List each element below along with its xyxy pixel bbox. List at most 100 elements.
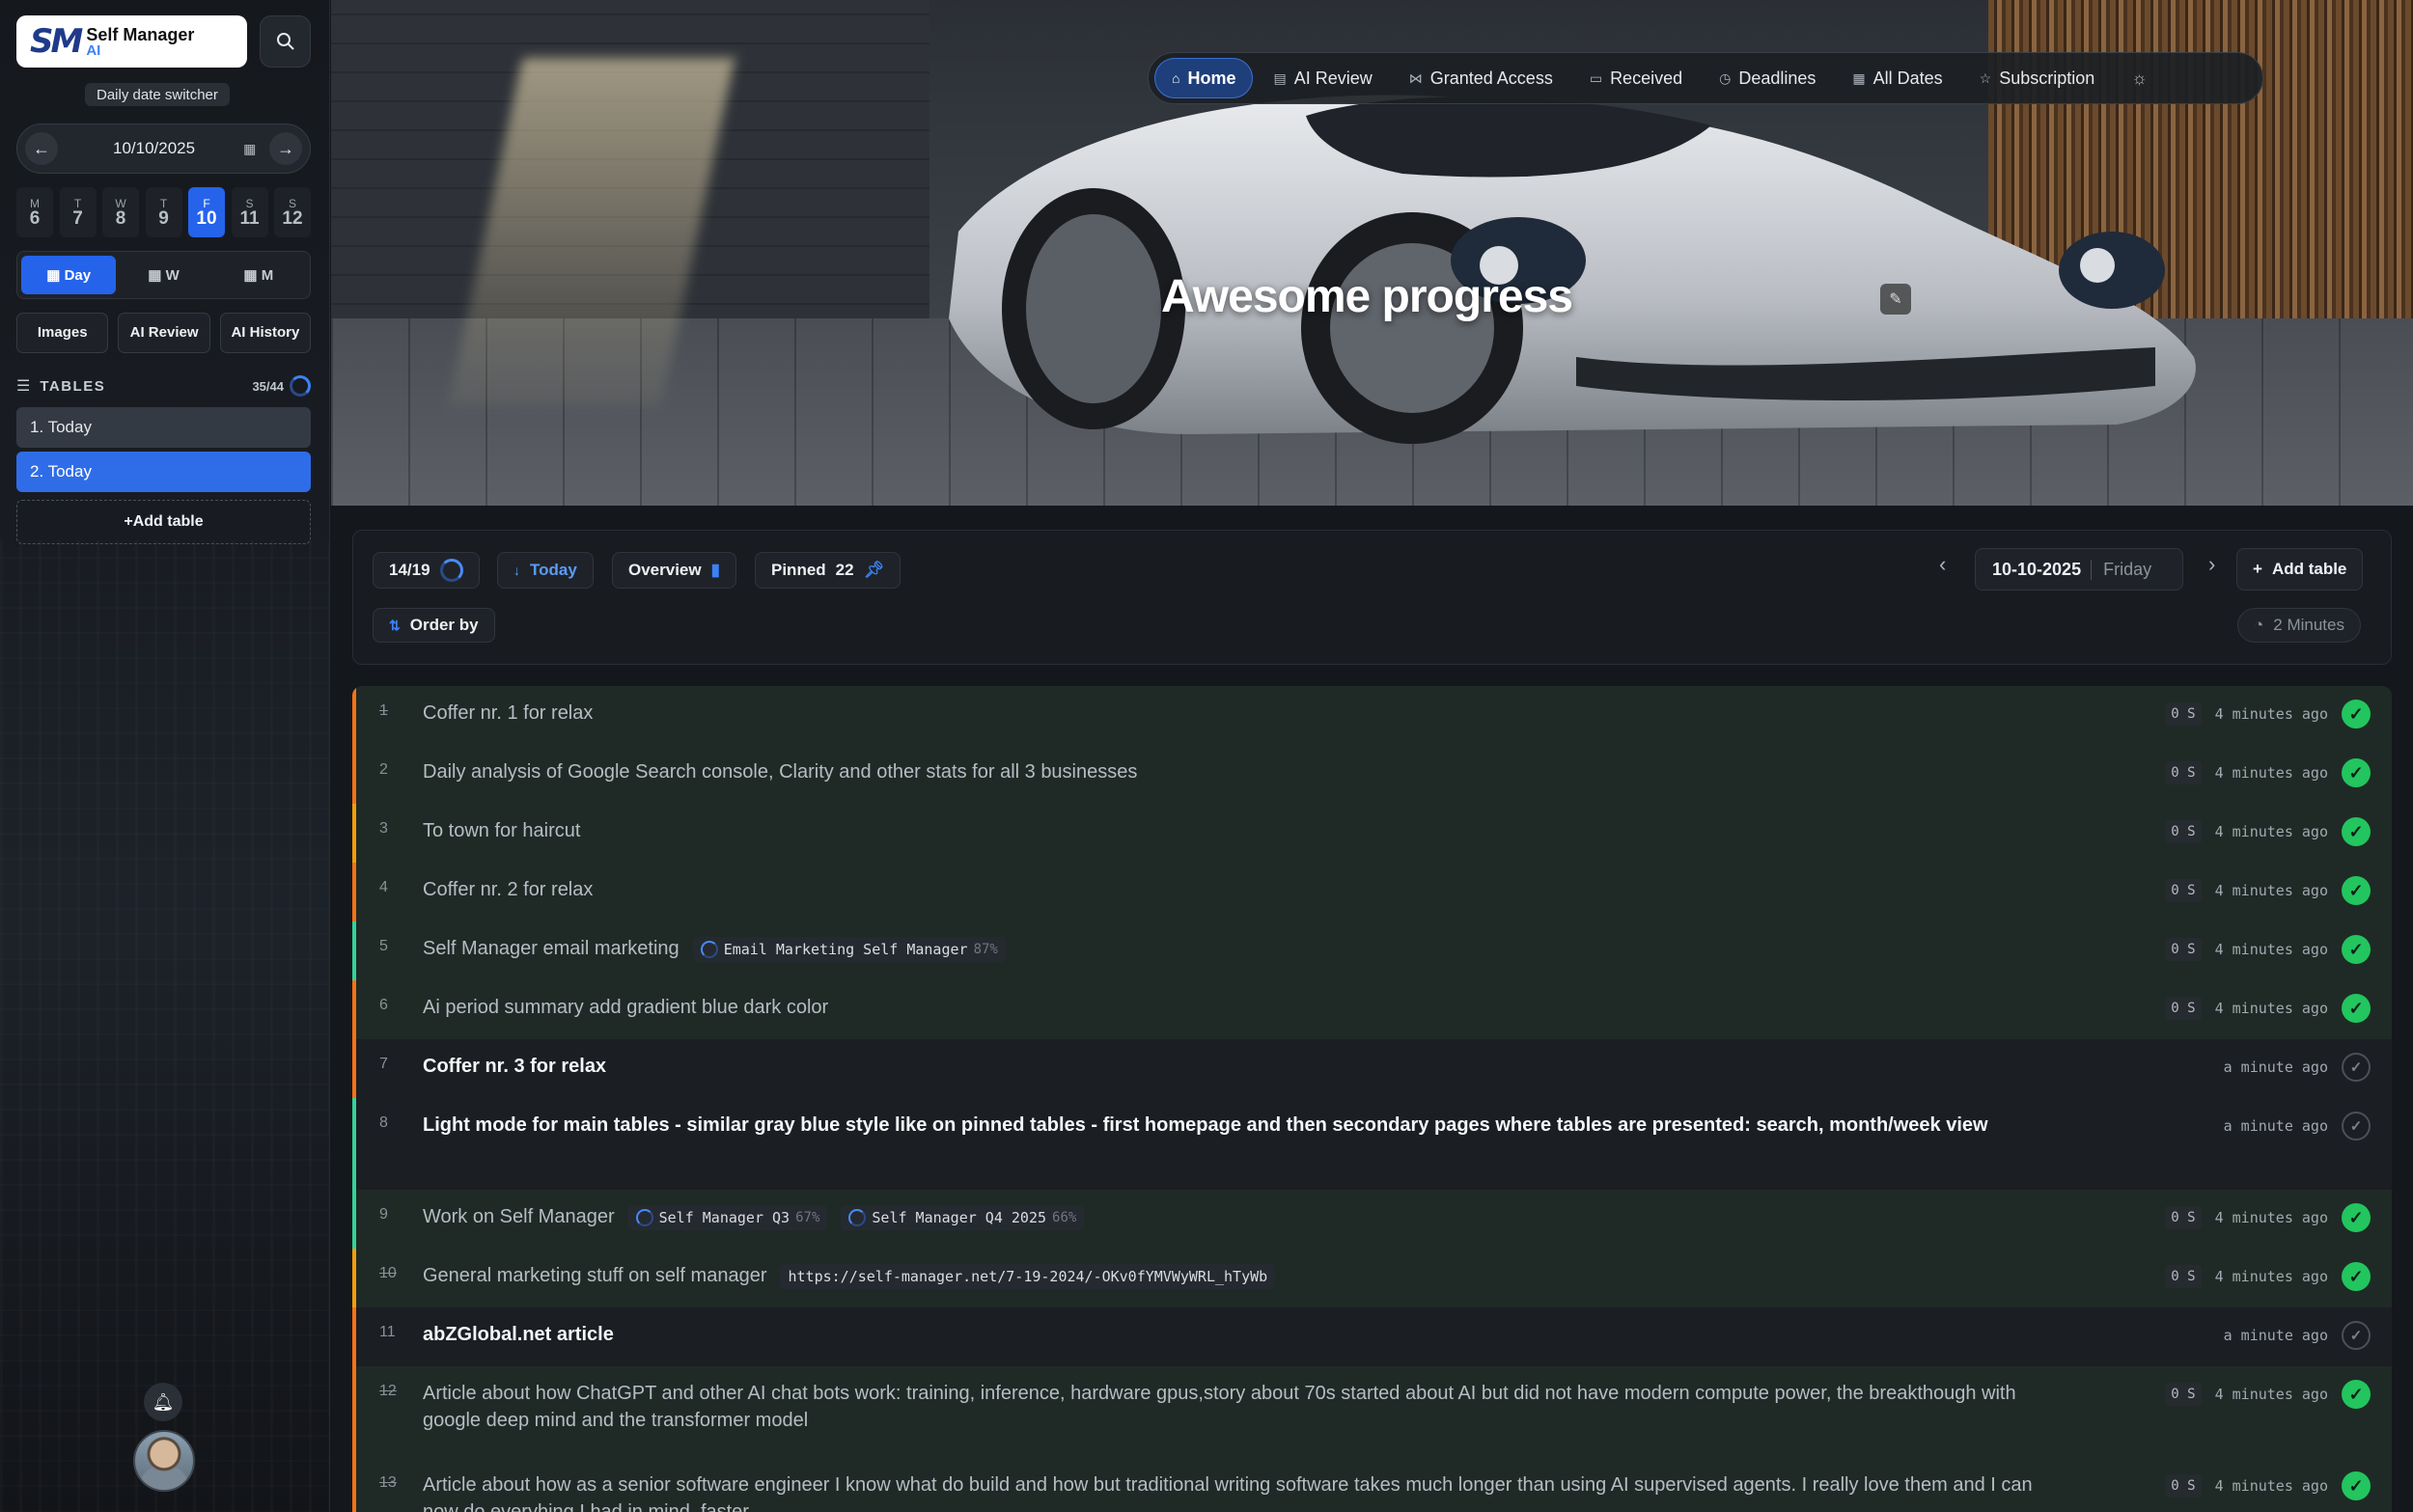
table-row[interactable]: 7 Coffer nr. 3 for relax a minute ago ✓: [352, 1039, 2392, 1099]
table-row[interactable]: 8 Light mode for main tables - similar gr…: [352, 1098, 2392, 1191]
weekday-6[interactable]: M6: [16, 187, 53, 237]
current-date[interactable]: 10/10/2025: [113, 139, 195, 158]
prev-day-button[interactable]: ←: [25, 132, 58, 165]
row-text[interactable]: Coffer nr. 3 for relax: [423, 1053, 606, 1080]
user-avatar[interactable]: [133, 1430, 195, 1492]
table-row[interactable]: 3 To town for haircut 0 S 4 minutes ago ✓: [352, 804, 2392, 864]
view-month-button[interactable]: ▦ M: [211, 256, 306, 294]
next-day-button[interactable]: →: [269, 132, 302, 165]
nav-all-dates[interactable]: ▦ All Dates: [1836, 58, 1958, 98]
sidebar-table-item-active[interactable]: 2. Today: [16, 452, 311, 492]
sidebar-tools: Images AI Review AI History: [16, 313, 311, 353]
search-button[interactable]: [260, 15, 311, 68]
nav-home[interactable]: ⌂ Home: [1154, 58, 1254, 98]
notifications-button[interactable]: 🔔︎: [144, 1383, 182, 1421]
check-icon[interactable]: ✓: [2342, 1321, 2371, 1350]
progress-chip[interactable]: 14/19: [373, 552, 480, 589]
sidebar-table-item[interactable]: 1. Today: [16, 407, 311, 448]
check-icon[interactable]: ✓: [2342, 1112, 2371, 1141]
images-button[interactable]: Images: [16, 313, 109, 353]
today-filter-button[interactable]: ↓ Today: [497, 552, 594, 589]
row-text[interactable]: Light mode for main tables - similar gra…: [423, 1112, 2044, 1139]
weekday-10[interactable]: F 10: [188, 187, 225, 237]
check-icon[interactable]: ✓: [2342, 1380, 2371, 1409]
next-date-button[interactable]: ›: [2208, 552, 2215, 577]
table-row[interactable]: 2 Daily analysis of Google Search console…: [352, 745, 2392, 805]
check-icon[interactable]: ✓: [2342, 1471, 2371, 1500]
weekday-9[interactable]: T9: [145, 187, 182, 237]
row-text[interactable]: Coffer nr. 2 for relax: [423, 876, 593, 903]
weekday-number: 6: [29, 207, 41, 229]
check-icon[interactable]: ✓: [2342, 994, 2371, 1023]
linked-goal-tag[interactable]: Self Manager Q4 2025 66%: [841, 1204, 1085, 1230]
weekday-12[interactable]: S 12: [274, 187, 311, 237]
check-icon[interactable]: ✓: [2342, 1053, 2371, 1082]
sort-icon: ⇅: [389, 617, 401, 633]
table-row[interactable]: 4 Coffer nr. 2 for relax 0 S 4 minutes ago ✓: [352, 863, 2392, 922]
time-spent-badge: 0 S: [2165, 1383, 2202, 1406]
logo[interactable]: SM Self Manager AI: [16, 15, 247, 68]
add-table-button[interactable]: + Add table: [2236, 548, 2364, 591]
check-icon[interactable]: ✓: [2342, 817, 2371, 846]
nav-subscription[interactable]: ☆ Subscription: [1963, 58, 2112, 98]
arrow-down-icon: ↓: [513, 563, 520, 578]
add-table-button[interactable]: +Add table: [16, 500, 311, 544]
nav-deadlines[interactable]: ◷ Deadlines: [1703, 58, 1832, 98]
linked-goal-tag[interactable]: https://self-manager.net/7-19-2024/-OKv0…: [780, 1263, 1276, 1289]
row-meta: 0 S 4 minutes ago ✓: [2165, 1471, 2371, 1500]
view-day-button[interactable]: ▦ Day: [21, 256, 117, 294]
edit-title-button[interactable]: ✎: [1880, 284, 1911, 315]
row-text[interactable]: Article about how as a senior software e…: [423, 1471, 2044, 1512]
row-text[interactable]: Self Manager email marketing Email Market…: [423, 935, 1006, 962]
ai-review-button[interactable]: AI Review: [118, 313, 210, 353]
row-text[interactable]: Coffer nr. 1 for relax: [423, 700, 593, 727]
row-meta: 0 S 4 minutes ago ✓: [2165, 1262, 2371, 1291]
weekday-8[interactable]: W8: [102, 187, 139, 237]
pinned-button[interactable]: Pinned 22 📌︎: [755, 552, 901, 589]
weekday-11[interactable]: S 11: [231, 187, 268, 237]
nav-ai-review[interactable]: ▤ AI Review: [1257, 58, 1388, 98]
linked-goal-tag[interactable]: Email Marketing Self Manager 87%: [692, 936, 1006, 962]
row-text[interactable]: Article about how ChatGPT and other AI c…: [423, 1380, 2044, 1434]
check-icon[interactable]: ✓: [2342, 935, 2371, 964]
nav-granted-access[interactable]: ⋈ Granted Access: [1393, 58, 1569, 98]
check-icon[interactable]: ✓: [2342, 758, 2371, 787]
table-row[interactable]: 12 Article about how ChatGPT and other AI…: [352, 1366, 2392, 1459]
ai-history-button[interactable]: AI History: [219, 313, 311, 353]
logo-title: Self Manager: [86, 24, 195, 44]
row-number: 11: [379, 1324, 396, 1340]
view-switcher: ▦ Day ▦ W ▦ M: [16, 251, 311, 299]
nav-received[interactable]: ▭ Received: [1573, 58, 1699, 98]
calendar-icon[interactable]: ▦: [243, 141, 256, 157]
check-icon[interactable]: ✓: [2342, 1203, 2371, 1232]
table-row[interactable]: 13 Article about how as a senior software…: [352, 1458, 2392, 1512]
timer-chip[interactable]: ◔ 2 Minutes: [2237, 608, 2361, 643]
table-row[interactable]: 5 Self Manager email marketing Email Marke…: [352, 921, 2392, 981]
check-icon[interactable]: ✓: [2342, 1262, 2371, 1291]
tag-label: Self Manager Q3: [658, 1208, 790, 1226]
view-week-button[interactable]: ▦ W: [116, 256, 210, 294]
check-icon[interactable]: ✓: [2342, 876, 2371, 905]
theme-toggle-button[interactable]: ☼: [2115, 58, 2164, 98]
table-row[interactable]: 10 General marketing stuff on self manage…: [352, 1249, 2392, 1308]
table-row[interactable]: 11 abZGlobal.net article a minute ago ✓: [352, 1307, 2392, 1367]
row-text[interactable]: abZGlobal.net article: [423, 1321, 614, 1348]
table-row[interactable]: 6 Ai period summary add gradient blue dar…: [352, 980, 2392, 1040]
row-text[interactable]: Ai period summary add gradient blue dark…: [423, 994, 828, 1021]
row-text[interactable]: Daily analysis of Google Search console,…: [423, 758, 1137, 785]
table-row[interactable]: 1 Coffer nr. 1 for relax 0 S 4 minutes ago ✓: [352, 686, 2392, 746]
overview-button[interactable]: Overview ▮: [612, 552, 736, 589]
row-text[interactable]: Work on Self Manager Self Manager Q3 67% Se…: [423, 1203, 1085, 1230]
row-text[interactable]: To town for haircut: [423, 817, 580, 844]
table-row[interactable]: 9 Work on Self Manager Self Manager Q3 67% S…: [352, 1190, 2392, 1250]
top-navigation: ⌂ Home ▤ AI Review ⋈ Granted Access ▭ Received ◷…: [1148, 52, 2263, 104]
linked-goal-tag[interactable]: Self Manager Q3 67%: [627, 1204, 828, 1230]
row-text[interactable]: General marketing stuff on self manager h…: [423, 1262, 1276, 1289]
check-icon[interactable]: ✓: [2342, 700, 2371, 729]
logo-subtitle: AI: [86, 41, 101, 59]
sidebar: SM Self Manager AI Daily date switcher ←…: [0, 0, 330, 1512]
prev-date-button[interactable]: ‹: [1939, 552, 1946, 577]
weekday-7[interactable]: T7: [59, 187, 97, 237]
order-by-button[interactable]: ⇅ Order by: [373, 608, 495, 643]
table-date[interactable]: 10-10-2025 Friday: [1975, 548, 2183, 591]
